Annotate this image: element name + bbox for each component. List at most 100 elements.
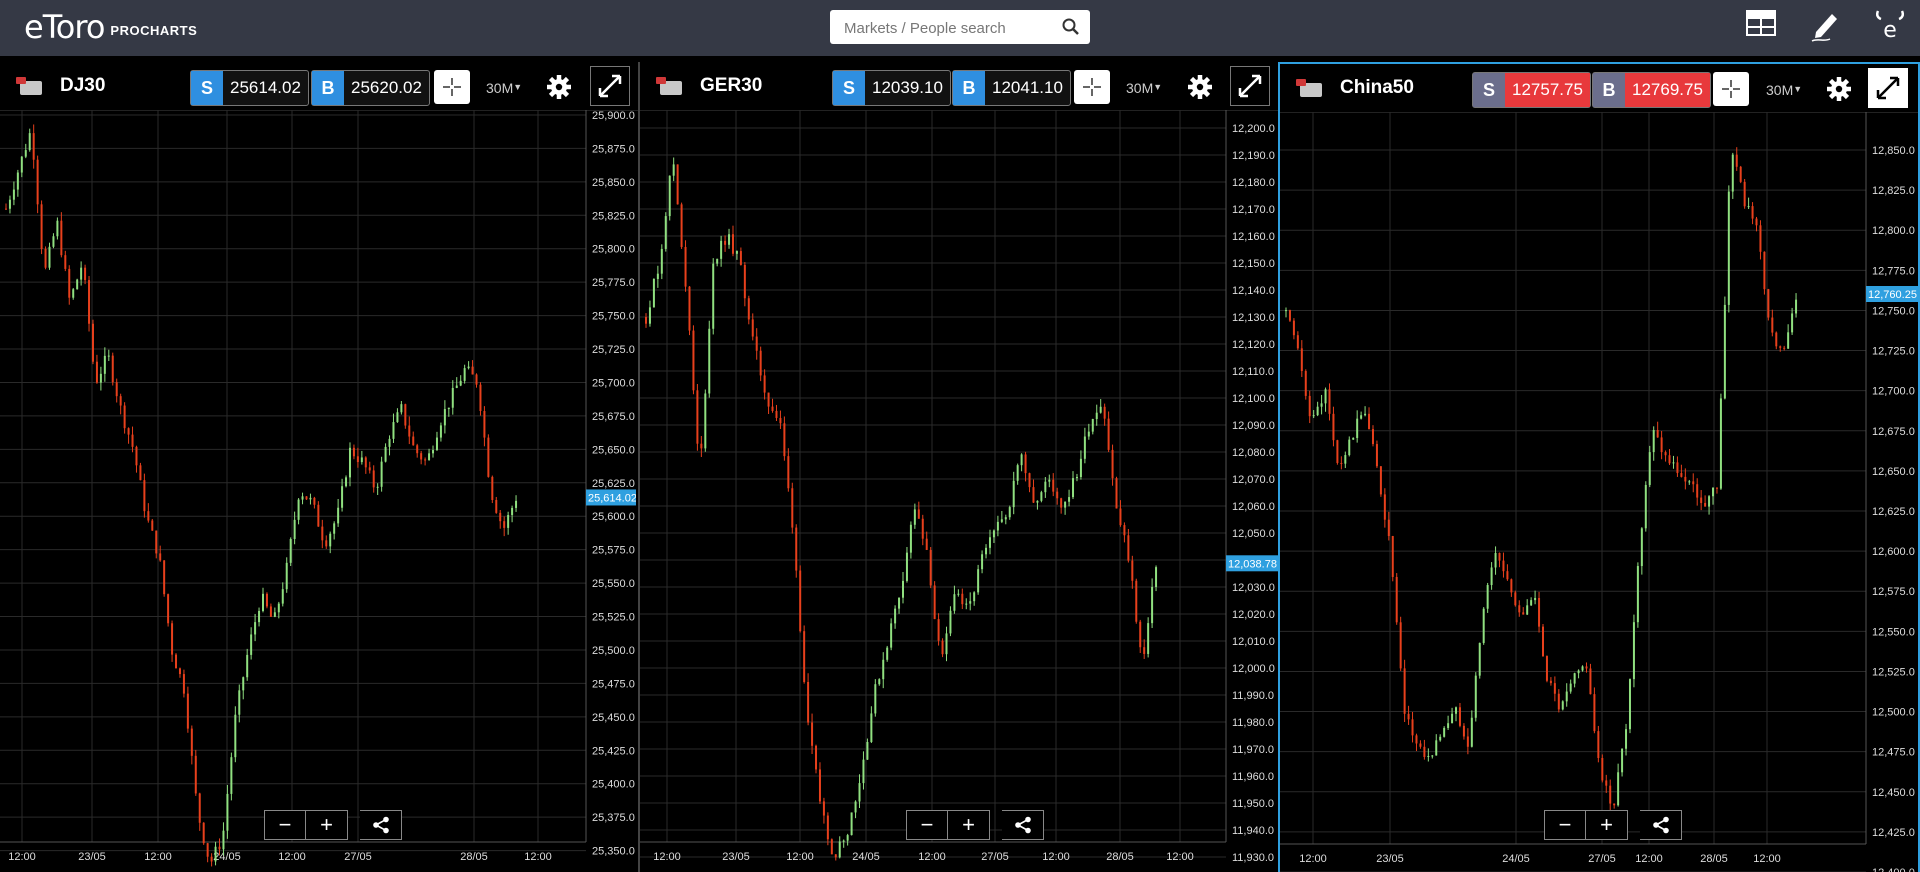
share-button[interactable] (360, 810, 402, 840)
candle-body (5, 208, 7, 210)
search-icon[interactable] (1062, 18, 1080, 36)
symbol-label[interactable]: DJ30 (60, 75, 105, 97)
panel-header: DJ30 S 25614.02 B 25620.02 30M▼ (0, 62, 638, 111)
candle-body (890, 623, 893, 648)
candle-body (348, 447, 351, 478)
y-tick-label: 12,200.0 (1232, 123, 1275, 135)
share-button[interactable] (1640, 810, 1682, 840)
candlestick-chart[interactable]: 25,900.0 25,875.0 25,850.0 25,825.0 25,800.0… (0, 110, 636, 870)
candle-body (1064, 501, 1067, 508)
y-tick-label: 11,950.0 (1232, 798, 1274, 810)
etoro-logo[interactable]: eToro PROCHARTS (24, 8, 197, 46)
candle-body (443, 409, 446, 426)
candle-body (1451, 713, 1454, 724)
candle-body (479, 384, 482, 412)
y-tick-label: 12,090.0 (1232, 420, 1275, 432)
symbol-label[interactable]: China50 (1340, 77, 1414, 99)
timeframe-select[interactable]: 30M▼ (1126, 80, 1162, 96)
candle-body (24, 150, 27, 157)
buy-price: 12769.75 (1625, 73, 1710, 107)
candle-body (420, 453, 423, 460)
candlesticks (1285, 147, 1798, 811)
candle-body (1545, 656, 1548, 681)
candle-body (941, 640, 944, 655)
buy-price: 12041.10 (992, 78, 1063, 97)
candle-body (1296, 335, 1299, 349)
zoom-in-button[interactable]: + (948, 810, 990, 840)
candlestick-chart[interactable]: 12,850.0 12,825.0 12,800.0 12,775.0 12,750.0… (1280, 112, 1918, 872)
candle-body (1573, 673, 1576, 684)
y-tick-label: 12,070.0 (1232, 474, 1275, 486)
zoom-in-button[interactable]: + (1586, 810, 1628, 840)
candle-body (985, 547, 988, 555)
zoom-out-button[interactable]: − (906, 810, 948, 840)
expand-button[interactable] (590, 66, 630, 106)
candle-body (210, 856, 213, 862)
buy-button[interactable]: B 12769.75 (1592, 72, 1711, 108)
sell-tag: S (191, 71, 223, 105)
x-tick-label: 12:00 (918, 851, 946, 863)
candle-body (771, 406, 774, 411)
gear-icon[interactable] (1826, 76, 1852, 102)
sell-button[interactable]: S 12039.10 (832, 70, 951, 106)
candle-body (439, 425, 442, 438)
candle-body (1470, 717, 1473, 747)
gear-icon[interactable] (1187, 74, 1213, 100)
candle-body (969, 601, 972, 604)
grid-lines (0, 110, 586, 852)
expand-icon (1238, 74, 1262, 98)
y-tick-label: 12,650.0 (1872, 466, 1915, 478)
candle-body (1664, 452, 1667, 456)
candle-body (246, 654, 249, 678)
timeframe-select[interactable]: 30M▼ (1766, 82, 1802, 98)
candle-body (388, 438, 391, 447)
buy-button[interactable]: B 25620.02 (311, 70, 430, 106)
gear-icon[interactable] (546, 74, 572, 100)
crosshair-button[interactable] (1074, 70, 1110, 104)
candle-body (48, 246, 51, 268)
candle-body (72, 289, 75, 298)
candle-body (1403, 668, 1406, 714)
pen-icon[interactable] (1810, 8, 1842, 42)
candle-body (372, 470, 375, 488)
y-tick-label: 25,450.0 (592, 712, 635, 724)
zoom-out-button[interactable]: − (1544, 810, 1586, 840)
candle-body (1344, 455, 1347, 464)
candle-body (1735, 154, 1738, 167)
candle-body (799, 570, 802, 632)
y-tick-label: 12,800.0 (1872, 225, 1915, 237)
candle-body (222, 830, 225, 850)
y-tick-label: 25,775.0 (592, 277, 635, 289)
x-tick-label: 12:00 (653, 851, 681, 863)
candle-body (175, 654, 178, 669)
layout-grid-icon[interactable] (1746, 10, 1776, 36)
candle-body (1328, 389, 1331, 414)
buy-button[interactable]: B 12041.10 (952, 70, 1071, 106)
expand-button[interactable] (1230, 66, 1270, 106)
sell-button[interactable]: S 12757.75 (1472, 72, 1591, 108)
candle-body (917, 509, 920, 519)
candle-body (1704, 502, 1707, 507)
candle-body (127, 428, 130, 435)
candlestick-chart[interactable]: 12,200.0 12,190.0 12,180.0 12,170.0 12,160.0… (640, 110, 1278, 870)
search-input[interactable] (842, 16, 1046, 40)
y-tick-label: 11,930.0 (1232, 852, 1274, 864)
expand-button[interactable] (1868, 68, 1908, 108)
crosshair-button[interactable] (434, 70, 470, 104)
zoom-in-button[interactable]: + (306, 810, 348, 840)
candle-body (119, 396, 122, 406)
sell-button[interactable]: S 25614.02 (190, 70, 309, 106)
candle-body (1692, 481, 1695, 485)
symbol-label[interactable]: GER30 (700, 75, 762, 97)
crosshair-button[interactable] (1713, 72, 1749, 106)
zoom-out-button[interactable]: − (264, 810, 306, 840)
timeframe-select[interactable]: 30M▼ (486, 80, 522, 96)
candle-body (515, 500, 518, 508)
share-button[interactable] (1002, 810, 1044, 840)
candle-body (1779, 346, 1782, 348)
search-box[interactable] (830, 10, 1090, 44)
candle-body (1474, 675, 1477, 718)
etoro-user-icon[interactable]: e (1874, 9, 1906, 41)
candle-body (1285, 310, 1287, 312)
candle-body (791, 488, 794, 528)
